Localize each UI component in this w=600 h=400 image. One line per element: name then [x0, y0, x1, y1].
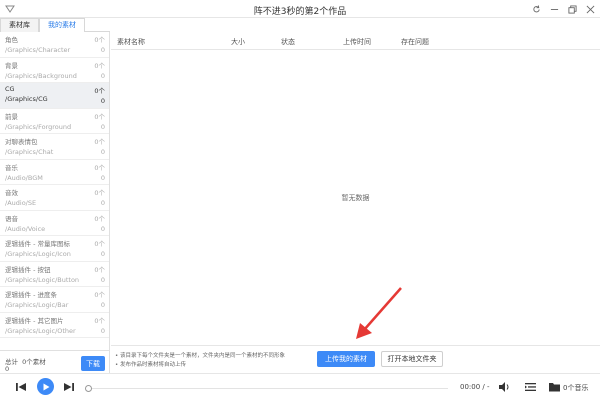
volume-icon[interactable] [498, 381, 511, 393]
library-tabs: 素材库 我的素材 [0, 18, 110, 32]
progress-knob[interactable] [85, 385, 92, 392]
category-count-label: 0个 [94, 214, 105, 223]
empty-state-text: 暂无数据 [341, 194, 370, 202]
category-count-label: 0个 [94, 87, 105, 95]
category-path: /Graphics/CG [5, 95, 48, 103]
category-count: 0 [100, 301, 105, 309]
category-path: /Graphics/Logic/Other [5, 326, 76, 335]
category-name: 前景 [5, 112, 18, 121]
category-item[interactable]: 逻辑插件 - 常量库图标 /Graphics/Logic/Icon 0个 0 [0, 236, 109, 262]
folder-icon[interactable] [548, 381, 561, 393]
music-count: 0个音乐 [563, 384, 589, 392]
category-item[interactable]: 语音 /Audio/Voice 0个 0 [0, 211, 109, 236]
previous-track-icon[interactable] [15, 381, 27, 393]
action-bar: • 该目录下每个文件夹是一个素材，文件夹内是同一个素材的不同形象 • 发布作品时… [111, 345, 600, 373]
category-count: 0 [100, 173, 105, 182]
category-item[interactable]: 音乐 /Audio/BGM 0个 0 [0, 160, 109, 185]
category-count-label: 0个 [94, 138, 105, 146]
red-arrow-annotation [356, 287, 402, 339]
next-track-icon[interactable] [63, 381, 75, 393]
upload-my-assets-button[interactable]: 上传我的素材 [317, 351, 375, 367]
upload-tips: • 该目录下每个文件夹是一个素材，文件夹内是同一个素材的不同形象 • 发布作品时… [115, 352, 285, 370]
total-value: 0 [5, 365, 10, 373]
category-item[interactable]: 逻辑插件 - 按钮 /Graphics/Logic/Button 0个 0 [0, 262, 109, 287]
category-count: 0 [100, 148, 105, 156]
category-count-label: 0个 [94, 163, 105, 172]
category-item[interactable]: 逻辑插件 - 进度条 /Graphics/Logic/Bar 0个 0 [0, 287, 109, 313]
category-name: 逻辑插件 - 进度条 [5, 291, 57, 299]
category-count-label: 0个 [94, 61, 105, 70]
category-count-label: 0个 [94, 189, 105, 197]
tab-my-assets[interactable]: 我的素材 [39, 18, 85, 32]
category-name: 语音 [5, 214, 18, 223]
tip-line: • 发布作品时素材将自动上传 [115, 362, 186, 368]
play-button[interactable] [37, 378, 54, 395]
category-item[interactable]: 音效 /Audio/SE 0个 0 [0, 185, 109, 211]
column-header-issues[interactable]: 存在问题 [401, 37, 429, 47]
category-name: 逻辑插件 - 其它图片 [5, 316, 64, 325]
category-count-label: 0个 [94, 291, 105, 299]
category-count: 0 [100, 97, 105, 105]
category-count: 0 [100, 71, 105, 80]
category-count: 0 [100, 326, 105, 335]
category-count-label: 0个 [94, 265, 105, 274]
category-path: /Graphics/Forground [5, 122, 72, 131]
category-name: 背景 [5, 61, 18, 70]
category-item[interactable]: 角色 /Graphics/Character 0个 0 [0, 32, 109, 58]
minimize-icon[interactable] [548, 3, 560, 15]
category-item[interactable]: 背景 /Graphics/Background 0个 0 [0, 58, 109, 83]
category-item[interactable]: 前景 /Graphics/Forground 0个 0 [0, 109, 109, 134]
category-name: 音乐 [5, 163, 18, 172]
window-title: 阵不进3秒的第2个作品 [253, 7, 347, 17]
category-count-label: 0个 [94, 36, 105, 44]
open-local-folder-button[interactable]: 打开本地文件夹 [381, 351, 443, 367]
play-icon [43, 383, 49, 390]
category-path: /Graphics/Background [5, 71, 77, 80]
category-path: /Audio/BGM [5, 173, 43, 182]
category-count-label: 0个 [94, 240, 105, 248]
column-header-name[interactable]: 素材名称 [117, 37, 145, 47]
category-path: /Graphics/Logic/Button [5, 275, 80, 284]
category-item-selected[interactable]: CG /Graphics/CG 0个 0 [0, 83, 109, 109]
category-item[interactable]: 对聊表情包 /Graphics/Chat 0个 0 [0, 134, 109, 160]
category-count-label: 0个 [94, 112, 105, 121]
category-count: 0 [100, 275, 105, 284]
category-count: 0 [100, 46, 105, 54]
category-path: /Graphics/Character [5, 46, 71, 54]
category-item[interactable]: 逻辑插件 - 其它图片 /Graphics/Logic/Other 0个 0 [0, 313, 109, 338]
close-icon[interactable] [584, 3, 596, 15]
category-path: /Graphics/Logic/Bar [5, 301, 69, 309]
progress-slider[interactable] [85, 385, 448, 392]
category-count-label: 0个 [94, 316, 105, 325]
category-sidebar: 角色 /Graphics/Character 0个 0 背景 /Graphics/… [0, 32, 110, 350]
table-header: 素材名称 大小 状态 上传时间 存在问题 [111, 32, 600, 50]
category-name: 音效 [5, 189, 18, 197]
category-name: CG [5, 85, 15, 93]
category-path: /Graphics/Chat [5, 148, 54, 156]
column-header-size[interactable]: 大小 [231, 37, 245, 47]
audio-player: 00:00 / - 0个音乐 [0, 373, 600, 400]
restore-icon[interactable] [566, 3, 578, 15]
refresh-icon[interactable] [530, 3, 542, 15]
category-name: 逻辑插件 - 按钮 [5, 265, 51, 274]
category-name: 对聊表情包 [5, 138, 38, 146]
column-header-status[interactable]: 状态 [281, 37, 295, 47]
category-count: 0 [100, 199, 105, 207]
category-path: /Audio/SE [5, 199, 37, 207]
tab-asset-library[interactable]: 素材库 [0, 18, 39, 32]
playback-time: 00:00 / - [460, 383, 490, 391]
category-path: /Graphics/Logic/Icon [5, 250, 71, 258]
category-count: 0 [100, 224, 105, 233]
tip-line: • 该目录下每个文件夹是一个素材，文件夹内是同一个素材的不同形象 [115, 353, 285, 359]
category-name: 角色 [5, 36, 18, 44]
title-bar: 阵不进3秒的第2个作品 [0, 0, 600, 18]
playlist-icon[interactable] [524, 381, 537, 393]
category-count: 0 [100, 250, 105, 258]
category-name: 逻辑插件 - 常量库图标 [5, 240, 70, 248]
category-path: /Audio/Voice [5, 224, 46, 233]
total-count: 0个素材 [22, 358, 46, 366]
category-count: 0 [100, 122, 105, 131]
download-button[interactable]: 下载 [81, 356, 105, 371]
column-header-upload-time[interactable]: 上传时间 [343, 37, 371, 47]
